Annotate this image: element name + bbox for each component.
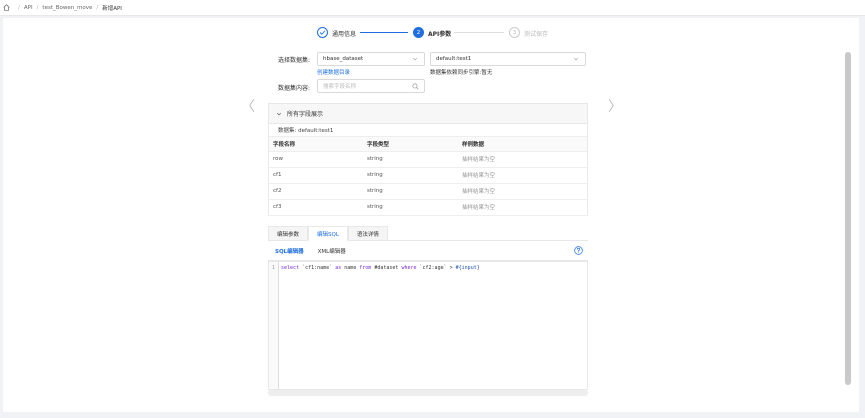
breadcrumb-separator: /: [18, 4, 20, 11]
help-icon[interactable]: [574, 246, 583, 255]
vertical-scrollbar[interactable]: [845, 52, 851, 385]
chevron-down-icon: [276, 112, 282, 115]
step-line: [360, 32, 408, 33]
field-type: string: [363, 151, 458, 168]
table-row: cf1 string 抽样结果为空: [269, 167, 587, 184]
table-row: cf2 string 抽样结果为空: [269, 183, 587, 200]
fields-panel-header[interactable]: 所有字段展示: [269, 104, 587, 124]
sample-data: 抽样结果为空: [458, 183, 587, 200]
step-3-circle: 3: [509, 27, 520, 38]
sample-data: 抽样结果为空: [458, 151, 587, 168]
code-token: `cf1:name`: [299, 265, 336, 271]
sql-code-editor[interactable]: 1 select `cf1:name` as name from #datase…: [268, 261, 588, 390]
step-indicator: 通用信息 2 API参数 3 测试保存: [0, 26, 865, 40]
dataset-label: 选择数据集:: [277, 57, 310, 64]
code-token: `cf2:age` >: [416, 265, 456, 271]
next-arrow[interactable]: 〉: [608, 96, 622, 116]
column-header: 样例数据: [458, 137, 587, 152]
editor-subtabs: SQL编辑器 XML编辑器: [268, 241, 588, 261]
create-catalog-link[interactable]: 创建数据目录: [317, 68, 350, 76]
content-label: 数据集内容:: [277, 85, 310, 92]
step-line: [454, 32, 504, 33]
column-header: 字段名称: [269, 137, 363, 152]
horizontal-scrollbar[interactable]: [268, 390, 588, 396]
field-name: row: [269, 151, 363, 168]
breadcrumb-current: 新增API: [102, 5, 122, 12]
field-search-input[interactable]: 搜索字段名称: [317, 79, 425, 93]
breadcrumb: / API / test_Bowen_move / 新增API: [0, 0, 865, 16]
field-name: cf1: [269, 167, 363, 184]
fields-panel-title: 所有字段展示: [287, 111, 324, 118]
code-token: #dataset: [371, 265, 402, 271]
tab-edit-sql[interactable]: 编辑SQL: [308, 226, 348, 241]
step-2-circle: 2: [413, 27, 424, 38]
code-token: #{input}: [455, 265, 480, 271]
table-header-row: 字段名称 字段类型 样例数据: [269, 137, 587, 152]
subtab-sql-editor[interactable]: SQL编辑器: [268, 247, 311, 255]
table-row: cf3 string 抽样结果为空: [269, 199, 587, 216]
check-icon: [319, 30, 326, 35]
dataset-info: 数据集: default:test1: [269, 124, 587, 137]
tab-edit-params[interactable]: 编辑参数: [268, 226, 309, 241]
code-line: select `cf1:name` as name from #dataset …: [281, 265, 480, 271]
field-type: string: [363, 183, 458, 200]
fields-table: 字段名称 字段类型 样例数据 row string 抽样结果为空 cf1 str…: [269, 137, 587, 216]
breadcrumb-project[interactable]: test_Bowen_move: [42, 5, 92, 11]
tab-syntax-details[interactable]: 语法详情: [347, 226, 388, 241]
home-icon[interactable]: [3, 4, 10, 11]
table-select[interactable]: default:test1: [430, 52, 586, 66]
step-1-circle: [317, 27, 328, 38]
scrollbar-thumb[interactable]: [845, 52, 851, 385]
chevron-down-icon: [412, 57, 418, 61]
code-token: name: [341, 265, 360, 271]
sample-data: 抽样结果为空: [458, 167, 587, 184]
prev-arrow[interactable]: 〈: [241, 96, 255, 116]
fields-panel: 所有字段展示 数据集: default:test1 字段名称 字段类型 样例数据…: [268, 103, 588, 216]
breadcrumb-separator: /: [96, 4, 99, 11]
field-type: string: [363, 199, 458, 216]
chevron-down-icon: [573, 57, 579, 61]
step-1-label: 通用信息: [332, 31, 357, 38]
code-token: select: [281, 265, 300, 271]
sample-data: 抽样结果为空: [458, 199, 587, 216]
subtab-xml-editor[interactable]: XML编辑器: [311, 247, 353, 255]
code-token: from: [359, 265, 372, 271]
dataset-select[interactable]: hbase_dataset: [317, 52, 425, 66]
line-number: 1: [269, 262, 279, 389]
table-select-value: default:test1: [436, 56, 472, 62]
field-type: string: [363, 167, 458, 184]
table-row: row string 抽样结果为空: [269, 151, 587, 168]
search-placeholder: 搜索字段名称: [323, 84, 357, 90]
step-3-label: 测试保存: [524, 31, 549, 38]
column-header: 字段类型: [363, 137, 458, 152]
step-2-label: API参数: [428, 31, 452, 38]
field-name: cf2: [269, 183, 363, 200]
editor-section: 编辑参数 编辑SQL 语法详情 SQL编辑器 XML编辑器 1 select `…: [268, 226, 588, 396]
search-icon: [412, 83, 419, 90]
sync-engine-note: 数据集依赖同步引擎:暂无: [430, 70, 493, 76]
code-token: where: [401, 265, 417, 271]
breadcrumb-api[interactable]: API: [24, 5, 33, 11]
editor-tabs: 编辑参数 编辑SQL 语法详情: [268, 226, 588, 241]
dataset-select-value: hbase_dataset: [323, 56, 364, 62]
breadcrumb-separator: /: [36, 4, 39, 11]
field-name: cf3: [269, 199, 363, 216]
